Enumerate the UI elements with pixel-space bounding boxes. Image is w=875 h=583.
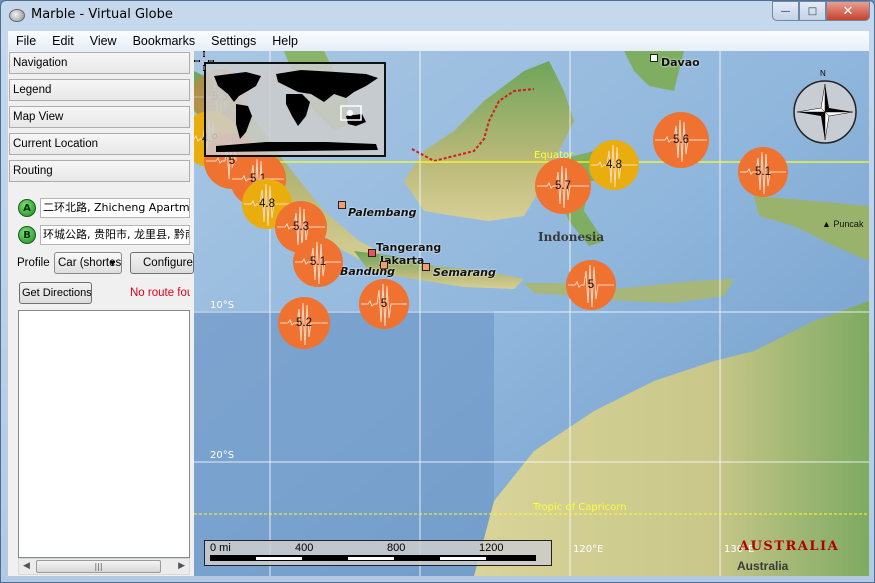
- earthquake-marker[interactable]: 5: [359, 279, 409, 329]
- earthquake-magnitude: 5.2: [296, 317, 312, 329]
- earthquake-magnitude: 5.7: [555, 180, 571, 192]
- close-button[interactable]: ✕: [826, 1, 870, 21]
- menu-settings[interactable]: Settings: [203, 34, 264, 48]
- city-tangerang[interactable]: Tangerang: [376, 241, 441, 254]
- earthquake-magnitude: 5: [587, 279, 595, 291]
- earthquake-marker[interactable]: 5.6: [653, 112, 709, 168]
- scroll-left-icon[interactable]: ◀: [23, 561, 30, 571]
- earthquake-marker[interactable]: 5.2: [278, 297, 330, 349]
- panel-map-view[interactable]: Map View: [9, 106, 190, 128]
- city-marker[interactable]: [422, 263, 430, 271]
- app-window: Marble - Virtual Globe — □ ✕ File Edit V…: [0, 0, 875, 583]
- waypoint-a-input[interactable]: 二环北路, Zhicheng Apartment: [40, 198, 190, 218]
- configure-button[interactable]: Configure: [130, 252, 194, 274]
- get-directions-button[interactable]: Get Directions: [19, 282, 92, 304]
- world-silhouette: [214, 70, 378, 152]
- compass-icon: [793, 80, 857, 144]
- menu-edit[interactable]: Edit: [44, 34, 82, 48]
- scale-segment: [348, 557, 394, 560]
- earthquake-marker[interactable]: 5.7: [535, 158, 591, 214]
- country-label-australia: Australia: [737, 559, 789, 573]
- earthquake-marker[interactable]: 5.1: [293, 237, 343, 287]
- city-bandung[interactable]: Bandung: [340, 265, 395, 278]
- minimize-icon: —: [780, 5, 791, 17]
- profile-label: Profile: [17, 257, 50, 269]
- title-bar[interactable]: Marble - Virtual Globe — □ ✕: [1, 1, 874, 31]
- mountain-peak-label: ▲ Puncak: [822, 219, 864, 229]
- city-marker[interactable]: [368, 249, 376, 257]
- waypoint-a-row: A 二环北路, Zhicheng Apartment: [18, 197, 190, 219]
- waypoint-b-marker-button[interactable]: B: [18, 226, 36, 244]
- country-label-australia-caps: AUSTRALIA: [739, 539, 840, 554]
- scale-unit-label: 0 mi: [210, 542, 231, 554]
- sidebar: Navigation Legend Map View Current Locat…: [8, 51, 194, 576]
- scale-tick-label: 1200: [479, 542, 504, 554]
- waypoint-b-row: B 环城公路, 贵阳市, 龙里县, 黔南: [18, 224, 190, 246]
- menu-help[interactable]: Help: [264, 34, 306, 48]
- scroll-right-icon[interactable]: ▶: [178, 561, 185, 571]
- panel-legend[interactable]: Legend: [9, 79, 190, 101]
- city-semarang[interactable]: Semarang: [433, 266, 496, 279]
- panel-navigation[interactable]: Navigation: [9, 52, 190, 74]
- scale-tick-label: 400: [295, 542, 314, 554]
- earthquake-magnitude: 5.3: [293, 221, 309, 233]
- waypoint-a-marker-button[interactable]: A: [18, 199, 36, 217]
- lat-label-20s: 20°S: [210, 450, 235, 461]
- scale-bar: 0 mi 400 800 1200: [204, 540, 552, 566]
- menu-view[interactable]: View: [82, 34, 125, 48]
- earthquake-magnitude: 5: [380, 298, 388, 310]
- peak-name: Puncak: [833, 219, 864, 229]
- scale-segment: [256, 557, 302, 560]
- country-label-indonesia: Indonesia: [538, 230, 605, 244]
- city-marker[interactable]: [650, 54, 658, 62]
- scale-bar-track: [210, 555, 536, 561]
- close-icon: ✕: [842, 3, 854, 19]
- earthquake-magnitude: 5.1: [755, 166, 771, 178]
- route-status-message: No route found: [130, 287, 190, 299]
- profile-select[interactable]: Car (shortest) ▼: [54, 252, 122, 274]
- lat-label-10s: 10°S: [210, 300, 235, 311]
- overview-world-map[interactable]: [204, 62, 386, 157]
- compass-rose[interactable]: N: [792, 69, 858, 145]
- compass-north-label: N: [820, 69, 826, 78]
- menu-file[interactable]: File: [8, 34, 44, 48]
- maximize-icon: □: [807, 5, 818, 17]
- earthquake-magnitude: 5.1: [310, 256, 326, 268]
- scale-tick-label: 800: [387, 542, 406, 554]
- lon-label-120e: 120°E: [573, 544, 604, 555]
- minimize-button[interactable]: —: [772, 1, 799, 21]
- panel-current-location[interactable]: Current Location: [9, 133, 190, 155]
- waypoint-b-input[interactable]: 环城公路, 贵阳市, 龙里县, 黔南: [40, 225, 190, 245]
- menu-bar: File Edit View Bookmarks Settings Help: [8, 31, 869, 51]
- earthquake-marker[interactable]: 5.1: [738, 147, 788, 197]
- panel-routing[interactable]: Routing: [9, 160, 190, 182]
- tropic-label: Tropic of Capricorn: [533, 502, 627, 513]
- maximize-button[interactable]: □: [799, 1, 826, 21]
- earthquake-marker[interactable]: 5: [566, 260, 616, 310]
- horizontal-scrollbar[interactable]: ◀ ||| ▶: [18, 558, 190, 575]
- map-view[interactable]: 10°S 20°S 120°E 130°E Equator Tropic of …: [194, 51, 869, 576]
- marble-app-icon: [9, 9, 25, 22]
- crosshair-icon: [194, 51, 214, 71]
- city-marker[interactable]: [338, 201, 346, 209]
- earthquake-magnitude: 5.6: [673, 134, 689, 146]
- earthquake-magnitude: 4.8: [606, 159, 622, 171]
- earthquake-magnitude: 4.8: [259, 198, 275, 210]
- window-title: Marble - Virtual Globe: [31, 7, 173, 22]
- menu-bookmarks[interactable]: Bookmarks: [125, 34, 204, 48]
- city-davao[interactable]: Davao: [661, 56, 700, 69]
- chevron-down-icon: ▼: [108, 258, 117, 268]
- earthquake-marker[interactable]: 4.8: [589, 140, 639, 190]
- scale-segment: [440, 557, 486, 560]
- city-palembang[interactable]: Palembang: [348, 206, 416, 219]
- route-instructions-list[interactable]: [18, 310, 190, 558]
- scrollbar-thumb[interactable]: |||: [36, 560, 161, 573]
